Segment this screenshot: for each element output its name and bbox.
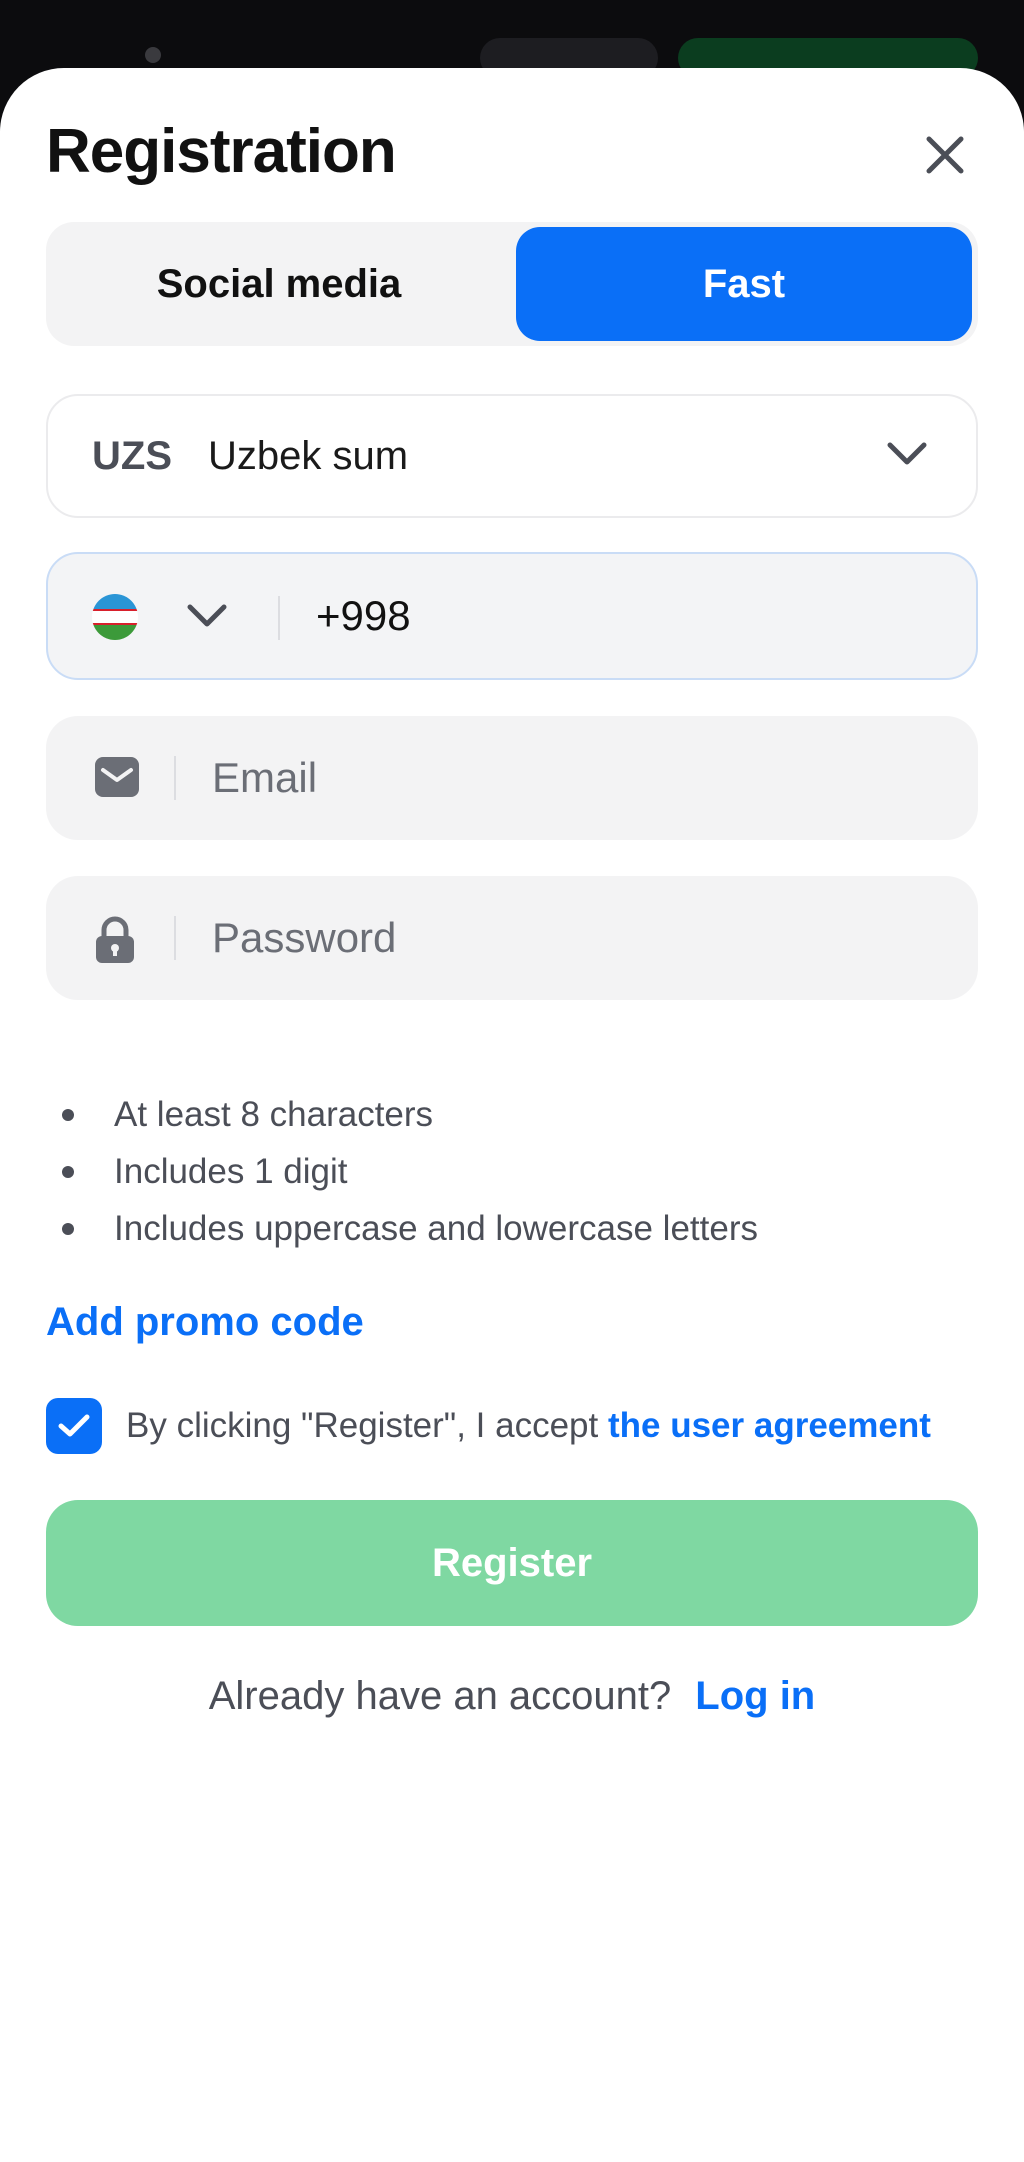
- uzbekistan-flag-icon: [92, 594, 138, 640]
- register-button[interactable]: Register: [46, 1500, 978, 1626]
- login-question: Already have an account?: [208, 1674, 672, 1718]
- tab-fast[interactable]: Fast: [516, 227, 972, 341]
- email-input[interactable]: [210, 746, 930, 810]
- user-agreement-link[interactable]: the user agreement: [608, 1406, 931, 1445]
- list-item: Includes uppercase and lowercase letters: [46, 1206, 758, 1263]
- list-item: Includes 1 digit: [46, 1149, 758, 1206]
- divider: [278, 596, 280, 640]
- divider: [174, 756, 176, 800]
- registration-sheet: Registration Social media Fast UZS Uzbek…: [0, 68, 1024, 2162]
- registration-method-tabs: Social media Fast: [46, 222, 978, 346]
- divider: [174, 916, 176, 960]
- agreement-checkbox[interactable]: [46, 1398, 102, 1454]
- agreement-label: By clicking "Register", I accept: [126, 1406, 608, 1445]
- phone-field: [46, 552, 978, 680]
- envelope-icon: [95, 757, 139, 797]
- password-requirements: At least 8 characters Includes 1 digit I…: [46, 1092, 758, 1263]
- agreement-row: By clicking "Register", I accept the use…: [46, 1398, 986, 1456]
- bullet: [62, 1109, 74, 1121]
- password-input[interactable]: [210, 906, 930, 970]
- currency-name: Uzbek sum: [208, 434, 409, 478]
- currency-select[interactable]: UZS Uzbek sum: [46, 394, 978, 518]
- login-link[interactable]: Log in: [695, 1674, 815, 1718]
- password-field: [46, 876, 978, 1000]
- bullet: [62, 1223, 74, 1235]
- login-prompt: Already have an account? Log in: [0, 1674, 1024, 1719]
- currency-code: UZS: [92, 434, 172, 478]
- agreement-text: By clicking "Register", I accept the use…: [126, 1406, 931, 1446]
- country-chevron-down-icon[interactable]: [186, 602, 228, 630]
- close-icon: [926, 136, 964, 174]
- background-dot: [145, 47, 161, 63]
- email-field: [46, 716, 978, 840]
- chevron-down-icon: [887, 442, 927, 465]
- rule-text: At least 8 characters: [114, 1095, 434, 1134]
- lock-icon: [96, 916, 134, 963]
- page-title: Registration: [46, 117, 397, 186]
- checkmark-icon: [58, 1414, 90, 1437]
- rule-text: Includes 1 digit: [114, 1152, 348, 1191]
- close-button[interactable]: [910, 120, 980, 190]
- phone-input[interactable]: [314, 584, 934, 648]
- bullet: [62, 1166, 74, 1178]
- add-promo-code-link[interactable]: Add promo code: [46, 1300, 364, 1345]
- list-item: At least 8 characters: [46, 1092, 758, 1149]
- rule-text: Includes uppercase and lowercase letters: [114, 1209, 758, 1248]
- tab-social-media[interactable]: Social media: [51, 227, 507, 341]
